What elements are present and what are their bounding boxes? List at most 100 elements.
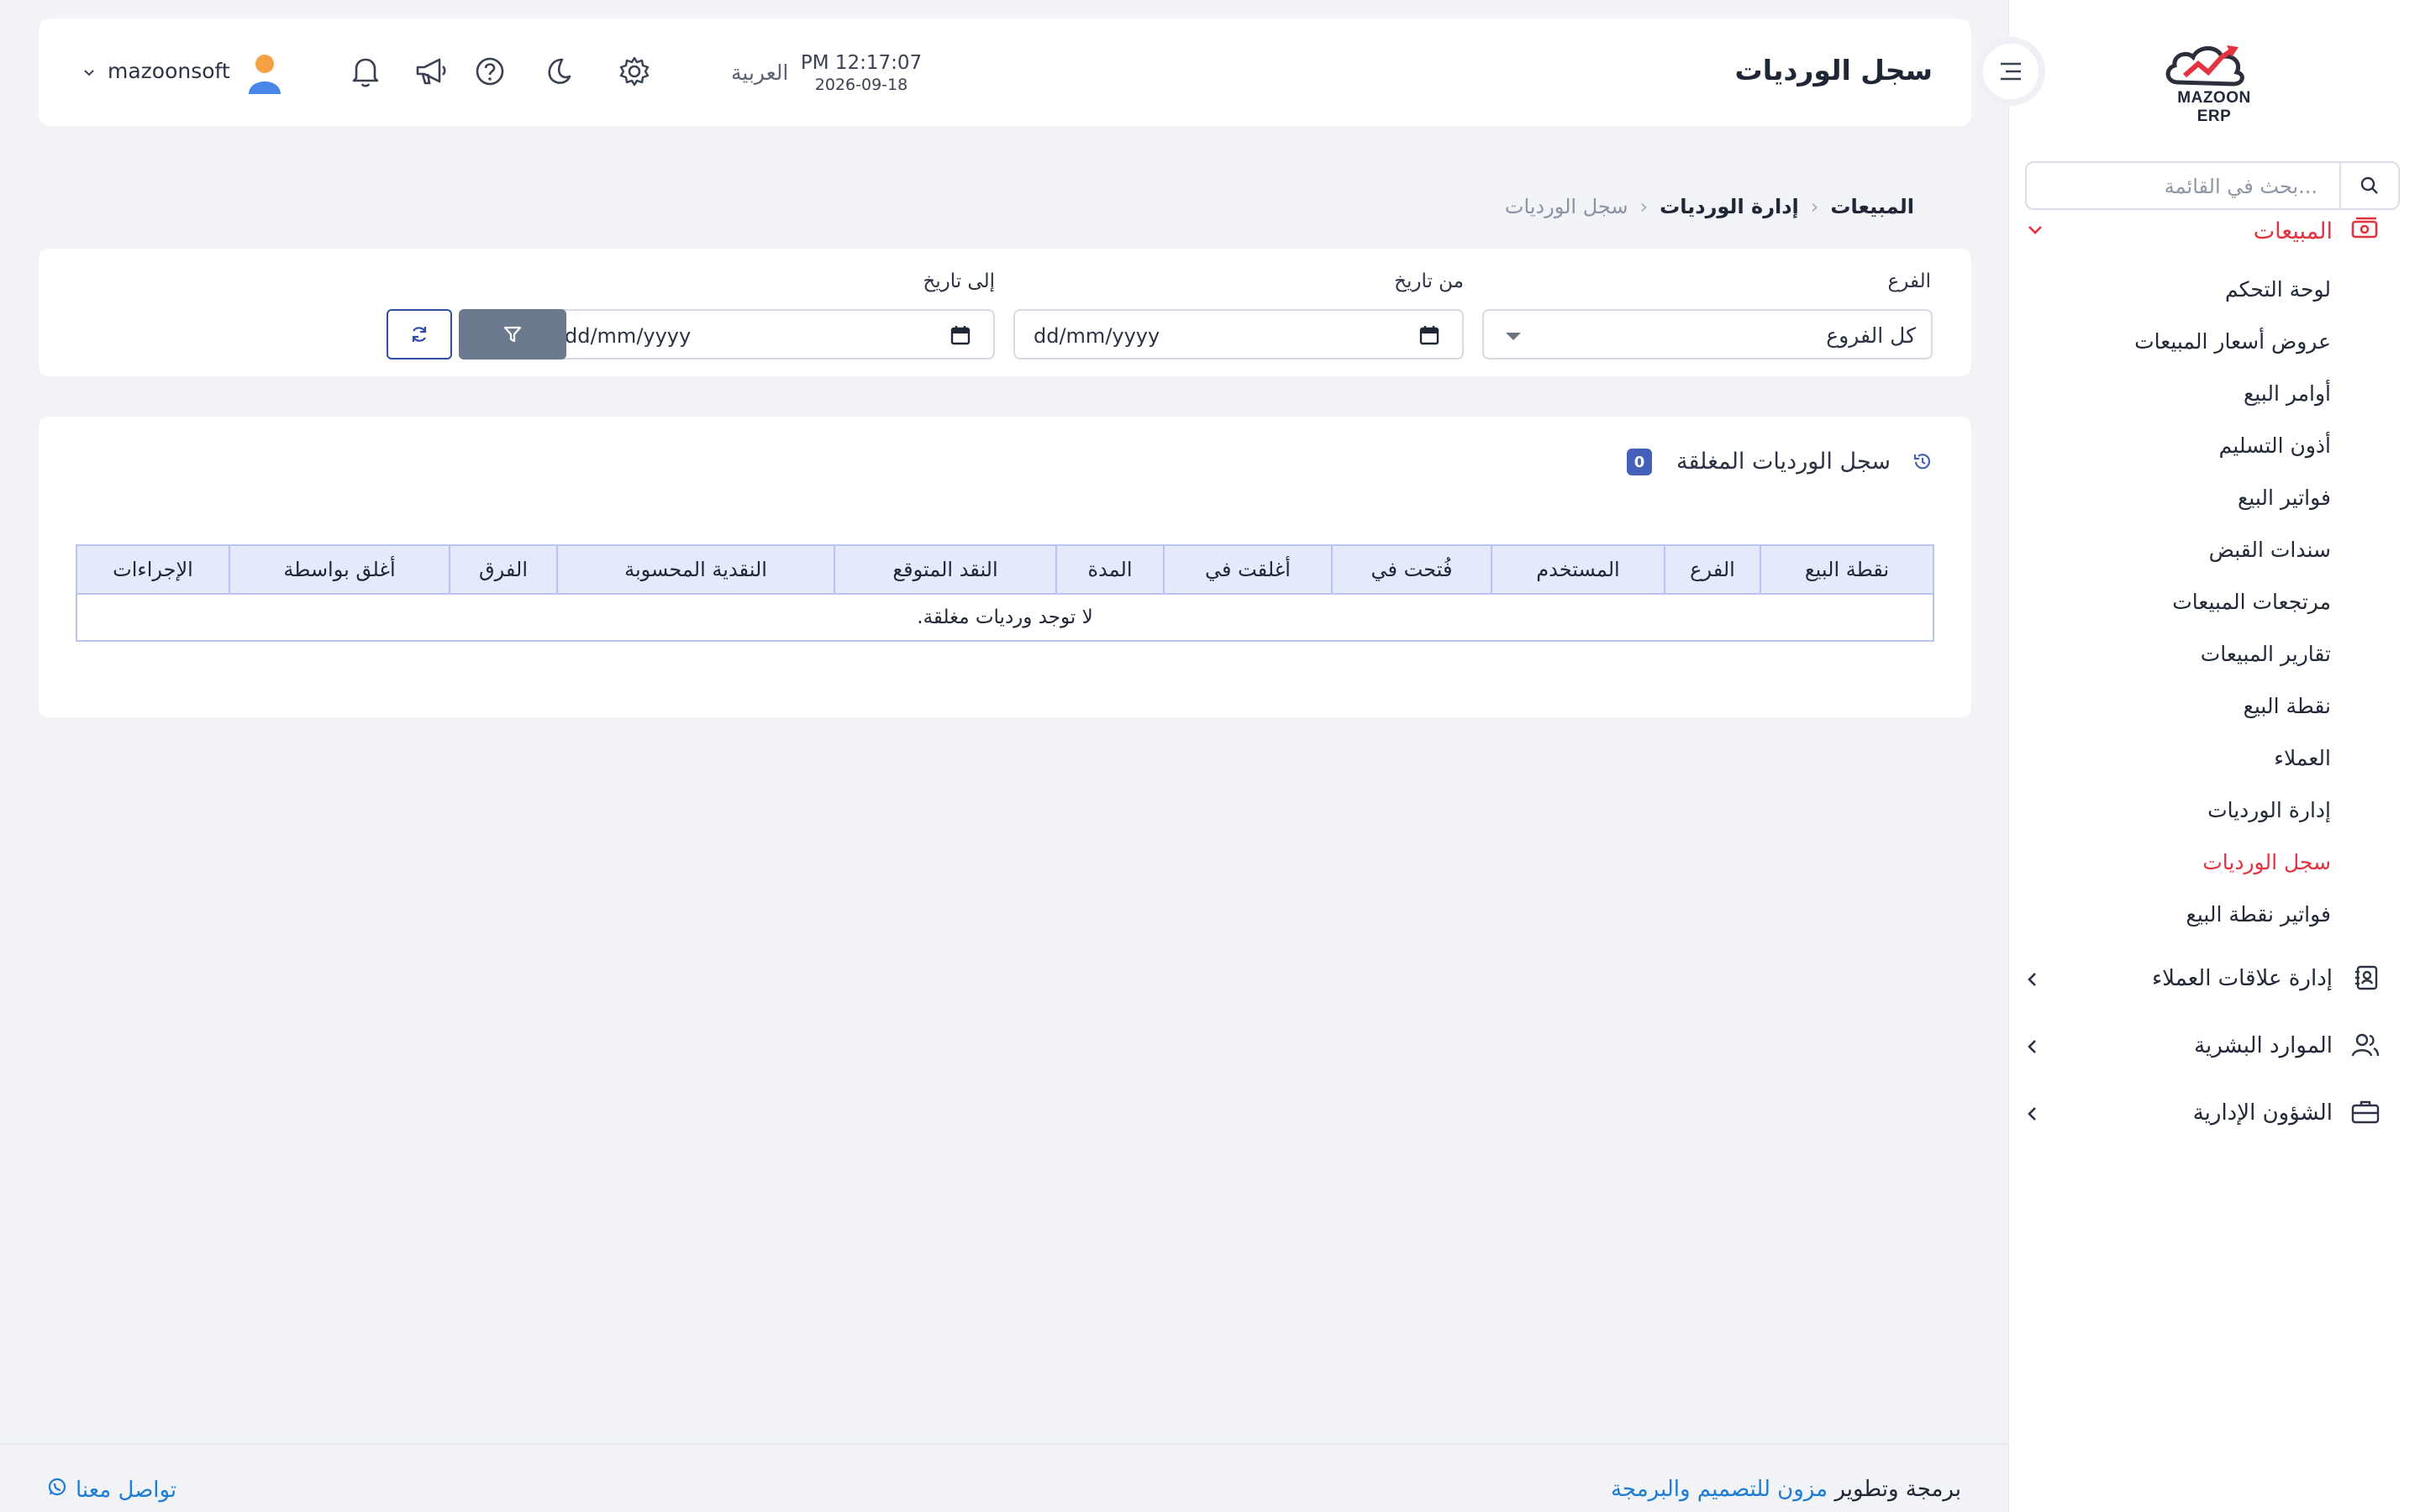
sidebar-group-sales[interactable]: المبيعات — [2027, 212, 2380, 254]
dark-mode-moon-icon[interactable] — [538, 52, 576, 91]
announcements-megaphone-icon[interactable] — [412, 52, 450, 91]
sidebar-section-label: الموارد البشرية — [2194, 1033, 2333, 1058]
sidebar-item-receipts[interactable]: سندات القبض — [2209, 538, 2331, 562]
chevron-down-icon[interactable] — [82, 66, 96, 81]
header-clock: PM 12:17:07 2026-09-18 — [798, 52, 924, 94]
to-date-label: إلى تاريخ — [923, 270, 995, 292]
sidebar-item-delivery-notes[interactable]: أذون التسليم — [2219, 433, 2331, 458]
refresh-icon — [412, 327, 427, 342]
caret-down-icon — [1506, 333, 1521, 340]
column-header-expected-cash[interactable]: النقد المتوقع — [834, 544, 1057, 595]
filter-panel: الفرع كل الفروع من تاريخ dd/mm/yyyy إلى … — [39, 249, 1971, 376]
logo-cloud-icon — [2165, 45, 2244, 87]
clock-date: 2026-09-18 — [814, 76, 908, 94]
breadcrumb-shift-management[interactable]: إدارة الورديات — [1660, 195, 1799, 218]
column-header-counted-cash[interactable]: النقدية المحسوبة — [556, 544, 835, 595]
branch-label: الفرع — [1887, 270, 1931, 292]
to-date-value: dd/mm/yyyy — [565, 324, 692, 348]
closed-shifts-table: نقطة البيع الفرع المستخدم فُتحت في أغلقت… — [76, 544, 1934, 642]
settings-gear-icon[interactable] — [615, 52, 654, 91]
branch-select[interactable]: كل الفروع — [1482, 309, 1933, 360]
menu-icon — [2001, 62, 2021, 81]
language-switch[interactable]: العربية — [731, 60, 788, 85]
clock-time: PM 12:17:07 — [800, 52, 923, 74]
calendar-icon[interactable] — [950, 324, 971, 349]
help-icon[interactable] — [471, 52, 509, 91]
top-header: سجل الورديات PM 12:17:07 2026-09-18 العر… — [39, 18, 1971, 126]
column-header-duration[interactable]: المدة — [1055, 544, 1165, 595]
empty-table-message: لا توجد ورديات مغلقة. — [76, 593, 1934, 642]
sidebar-item-dashboard[interactable]: لوحة التحكم — [2225, 277, 2331, 302]
breadcrumb: المبيعات ‹ إدارة الورديات ‹ سجل الورديات — [1505, 195, 1914, 218]
reset-filter-button[interactable] — [387, 309, 452, 360]
sidebar-section-crm[interactable]: إدارة علاقات العملاء — [2027, 959, 2380, 1001]
contact-us-link[interactable]: تواصل معنا — [47, 1477, 176, 1503]
credit-company-link[interactable]: مزون للتصميم والبرمجة — [1611, 1477, 1828, 1502]
column-header-pos[interactable]: نقطة البيع — [1760, 544, 1934, 595]
footer: برمجة وتطوير مزون للتصميم والبرمجة تواصل… — [0, 1443, 2008, 1512]
sidebar-section-label: الشؤون الإدارية — [2192, 1100, 2333, 1126]
from-date-input[interactable]: dd/mm/yyyy — [1013, 309, 1464, 360]
briefcase-icon — [2351, 1099, 2380, 1129]
branch-select-value: كل الفروع — [1826, 323, 1916, 348]
column-header-branch[interactable]: الفرع — [1664, 544, 1761, 595]
whatsapp-icon — [47, 1477, 67, 1503]
app-logo[interactable]: MAZOON ERP — [2160, 39, 2269, 125]
search-icon — [2339, 163, 2398, 208]
breadcrumb-sales[interactable]: المبيعات — [1830, 195, 1914, 218]
sidebar-item-quotations[interactable]: عروض أسعار المبيعات — [2134, 329, 2331, 354]
username[interactable]: mazoonsoft — [108, 59, 230, 83]
table-header-row: نقطة البيع الفرع المستخدم فُتحت في أغلقت… — [76, 544, 1934, 595]
column-header-opened-at[interactable]: فُتحت في — [1331, 544, 1492, 595]
sidebar-item-pos-invoices[interactable]: فواتير نقطة البيع — [2186, 902, 2331, 927]
breadcrumb-current: سجل الورديات — [1504, 195, 1628, 218]
sidebar-item-customers[interactable]: العملاء — [2274, 746, 2331, 770]
user-avatar[interactable] — [245, 52, 284, 94]
logo-text: MAZOON ERP — [2177, 89, 2251, 125]
table-row: لا توجد ورديات مغلقة. — [76, 593, 1934, 642]
closed-shifts-card: سجل الورديات المغلقة 0 نقطة البيع الفرع … — [39, 417, 1971, 717]
sidebar-toggle-button[interactable] — [1976, 37, 2045, 106]
breadcrumb-separator-icon: ‹ — [1639, 195, 1649, 218]
notifications-bell-icon[interactable] — [346, 52, 385, 91]
chevron-down-icon — [2027, 223, 2044, 239]
sidebar-item-shift-log[interactable]: سجل الورديات — [2202, 850, 2331, 874]
apply-filter-button[interactable] — [459, 309, 566, 360]
sidebar-item-sales-orders[interactable]: أوامر البيع — [2244, 381, 2331, 406]
closed-shifts-title: سجل الورديات المغلقة — [1676, 449, 1891, 475]
sidebar-item-shift-management[interactable]: إدارة الورديات — [2207, 798, 2331, 822]
column-header-actions: الإجراءات — [76, 544, 230, 595]
column-header-closed-at[interactable]: أغلقت في — [1163, 544, 1333, 595]
calendar-icon[interactable] — [1418, 324, 1440, 349]
credit-prefix: برمجة وتطوير — [1834, 1477, 1961, 1502]
cash-icon — [2351, 217, 2380, 245]
sidebar-section-hr[interactable]: الموارد البشرية — [2027, 1026, 2380, 1068]
search-placeholder: بحث في القائمة... — [2164, 175, 2317, 198]
contacts-book-icon — [2353, 964, 2380, 995]
footer-credit: برمجة وتطوير مزون للتصميم والبرمجة — [1611, 1477, 1961, 1502]
column-header-user[interactable]: المستخدم — [1491, 544, 1665, 595]
sidebar-item-sales-invoices[interactable]: فواتير البيع — [2238, 486, 2331, 510]
chevron-left-icon — [2027, 971, 2039, 991]
history-icon — [1912, 452, 1933, 475]
sidebar-item-sales-reports[interactable]: تقارير المبيعات — [2201, 642, 2331, 666]
sidebar-section-admin[interactable]: الشؤون الإدارية — [2027, 1094, 2380, 1136]
chevron-left-icon — [2027, 1038, 2039, 1058]
contact-us-label: تواصل معنا — [76, 1477, 177, 1503]
from-date-value: dd/mm/yyyy — [1034, 324, 1160, 348]
sidebar: MAZOON ERP بحث في القائمة... المبيعات لو… — [2008, 0, 2420, 1512]
from-date-label: من تاريخ — [1394, 270, 1464, 292]
to-date-input[interactable]: dd/mm/yyyy — [544, 309, 995, 360]
sidebar-item-pos[interactable]: نقطة البيع — [2244, 694, 2331, 718]
closed-shifts-count-badge: 0 — [1627, 449, 1652, 475]
sidebar-search-input[interactable]: بحث في القائمة... — [2025, 161, 2400, 210]
column-header-difference[interactable]: الفرق — [449, 544, 558, 595]
sidebar-group-label: المبيعات — [2253, 218, 2333, 244]
sidebar-section-label: إدارة علاقات العملاء — [2151, 966, 2333, 991]
filter-funnel-icon — [503, 326, 522, 343]
chevron-left-icon — [2027, 1105, 2039, 1126]
users-icon — [2351, 1032, 2380, 1062]
sidebar-item-sales-returns[interactable]: مرتجعات المبيعات — [2172, 590, 2331, 614]
page-title: سجل الورديات — [1734, 54, 1933, 87]
column-header-closed-by[interactable]: أغلق بواسطة — [229, 544, 450, 595]
